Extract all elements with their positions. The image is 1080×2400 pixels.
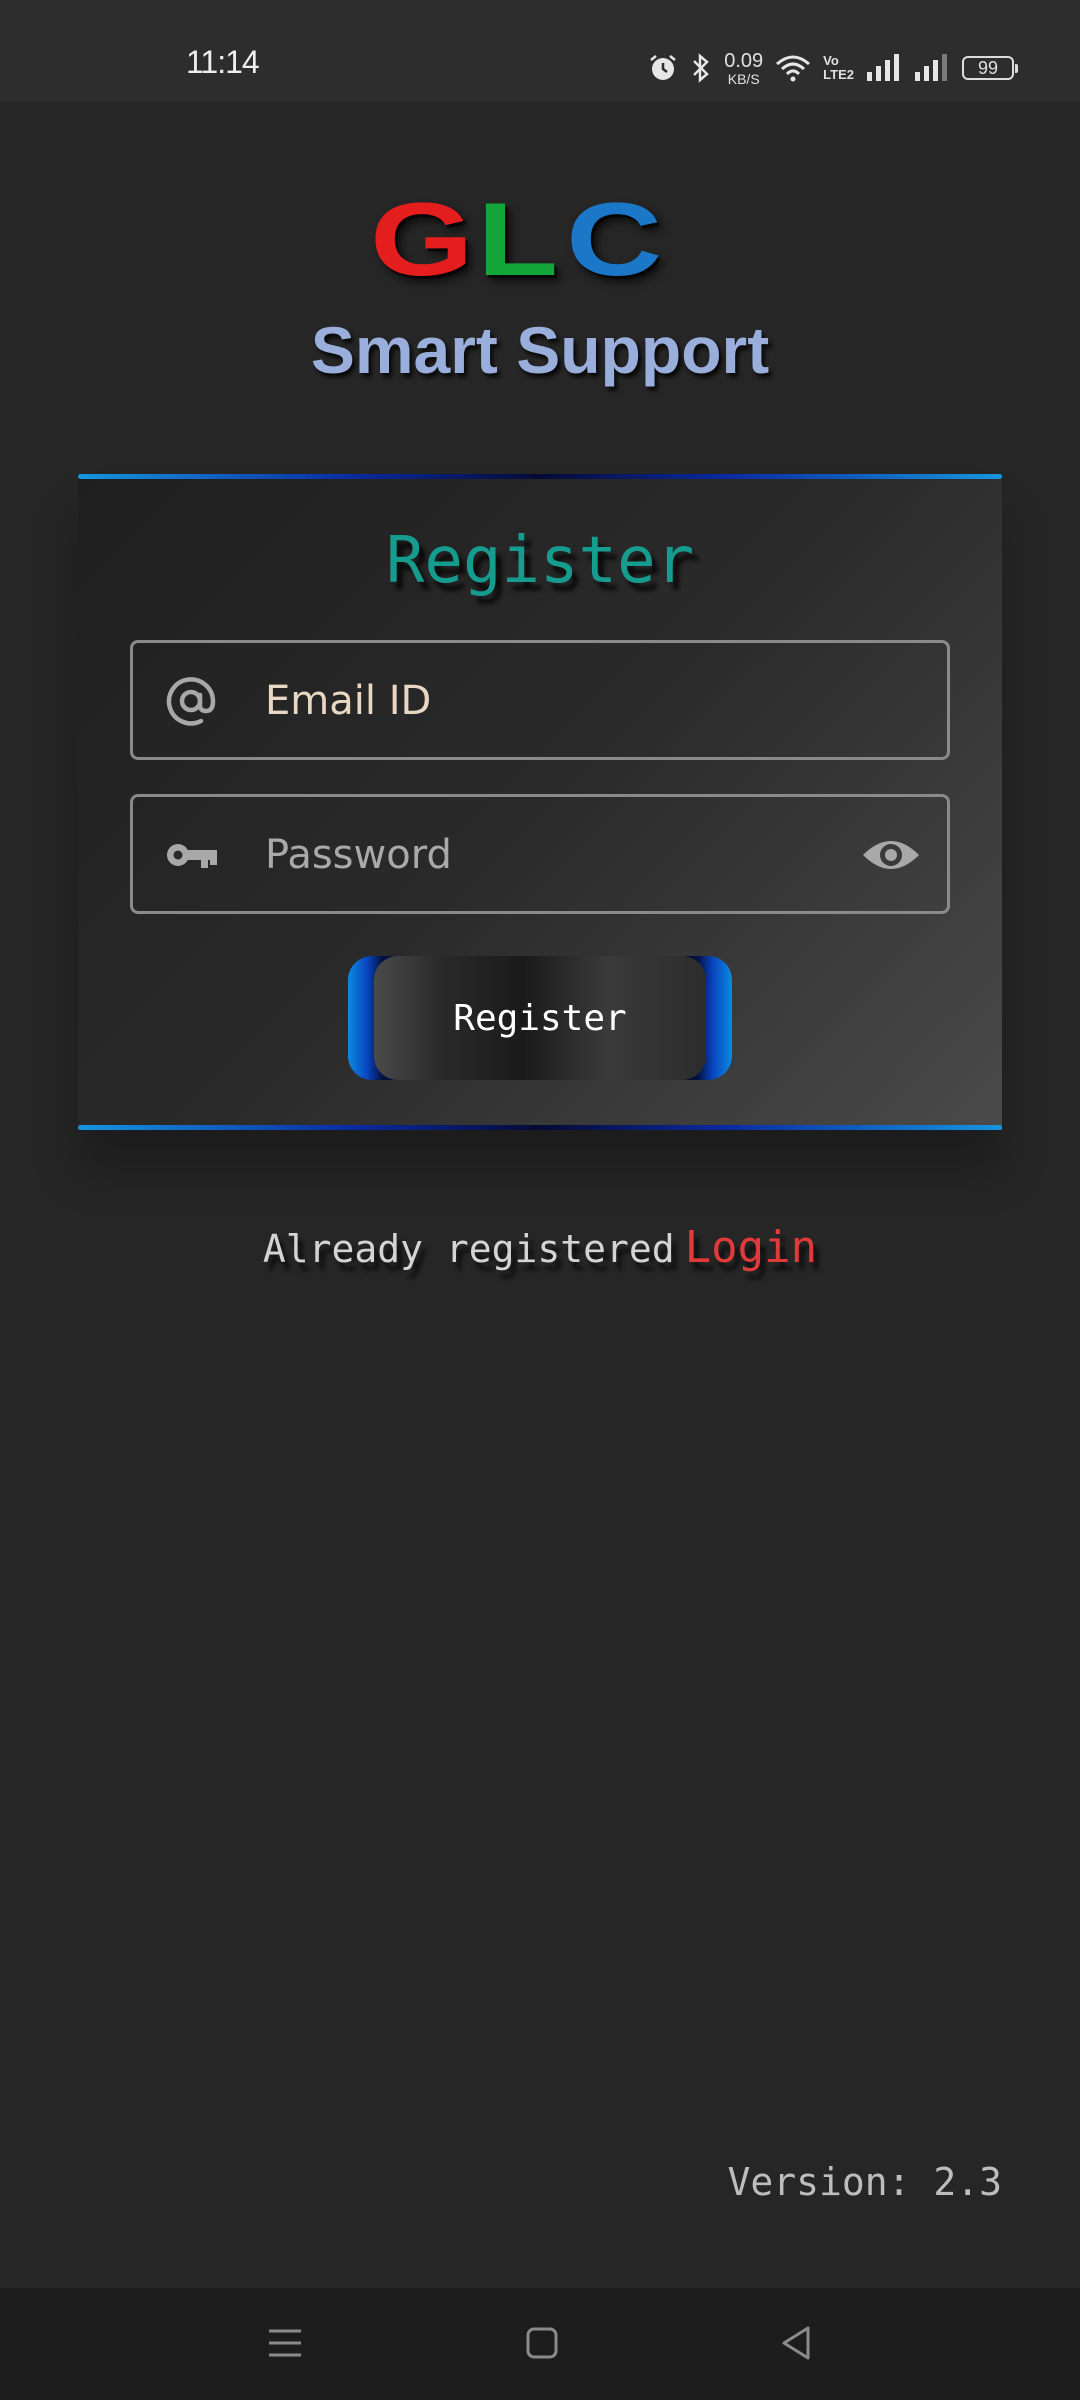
back-icon[interactable]	[772, 2318, 822, 2368]
battery-icon: 99	[962, 56, 1018, 80]
status-bar: 11:14 0.09 KB/S Vo LTE2 99	[0, 0, 1080, 102]
home-icon[interactable]	[517, 2318, 567, 2368]
net-speed-value: 0.09	[724, 49, 764, 72]
volte-top: Vo	[823, 53, 839, 68]
logo-letter-g: G	[370, 182, 479, 298]
logo-letter-l: L	[476, 182, 564, 298]
status-time: 11:14	[186, 44, 260, 80]
net-speed-unit: KB/S	[727, 70, 760, 87]
register-card: Register Email ID Password Register	[78, 474, 1002, 1130]
register-button[interactable]: Register	[348, 956, 732, 1080]
login-link[interactable]: Login	[685, 1222, 817, 1273]
card-bottom-border	[78, 1125, 1002, 1130]
logo-letter-c: C	[566, 182, 668, 298]
email-field[interactable]: Email ID	[130, 640, 950, 760]
signal-icon	[915, 54, 947, 81]
bluetooth-icon	[693, 53, 710, 83]
status-icons: 0.09 KB/S Vo LTE2 99	[648, 48, 1018, 88]
signal-icon	[867, 54, 899, 81]
net-speed: 0.09 KB/S	[724, 51, 763, 86]
volte-bottom: LTE2	[823, 67, 854, 82]
register-screen: 11:14 0.09 KB/S Vo LTE2 99 G L C Smart S…	[0, 0, 1080, 2400]
password-placeholder: Password	[265, 832, 452, 878]
navigation-bar	[0, 2288, 1080, 2400]
card-title: Register	[385, 524, 695, 598]
login-row: Already registered Login	[0, 1222, 1080, 1273]
at-icon	[166, 677, 216, 726]
wifi-icon	[776, 55, 811, 82]
version-label: Version: 2.3	[727, 2160, 1002, 2204]
menu-icon[interactable]	[260, 2318, 310, 2368]
glc-logo: G L C	[370, 182, 710, 298]
eye-icon[interactable]	[861, 831, 921, 879]
password-field[interactable]: Password	[130, 794, 950, 914]
email-placeholder: Email ID	[265, 678, 432, 724]
register-button-label: Register	[374, 956, 706, 1080]
login-prompt: Already registered	[262, 1227, 675, 1271]
key-icon	[167, 844, 217, 868]
volte-indicator: Vo LTE2	[823, 54, 854, 82]
app-tagline: Smart Support	[310, 313, 770, 387]
card-top-border	[78, 474, 1002, 479]
alarm-icon	[650, 55, 677, 80]
